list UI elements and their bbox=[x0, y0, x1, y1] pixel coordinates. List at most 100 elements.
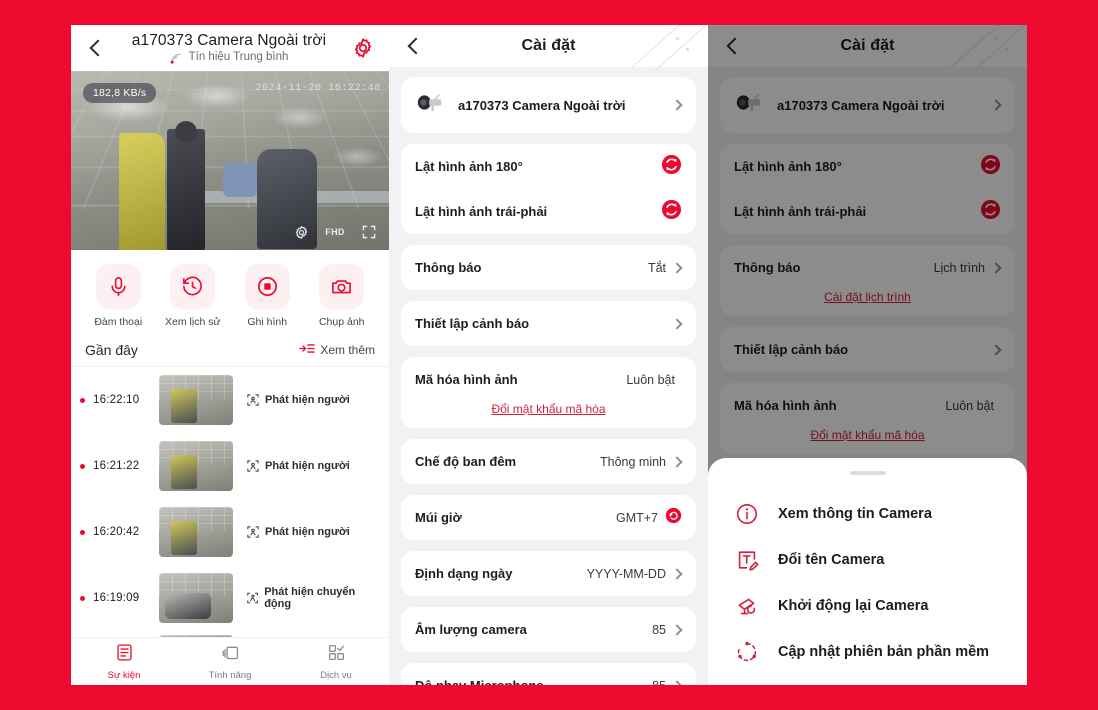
nav-item-services[interactable]: Dịch vụ bbox=[283, 638, 389, 685]
quick-action-label: Đàm thoại bbox=[94, 316, 143, 328]
timezone-card: Múi giờ GMT+7 bbox=[401, 495, 696, 540]
gear-icon[interactable] bbox=[351, 36, 375, 60]
event-label-wrap: Phát hiện người bbox=[247, 526, 350, 538]
header-center: Cài đặt bbox=[425, 37, 672, 55]
live-header: a170373 Camera Ngoài trời Tín hiệu Trung… bbox=[71, 25, 389, 71]
settings-panel: Cài đặt a170373 Camera Ngoài trời Lật hì… bbox=[389, 25, 708, 685]
event-time: 16:19:09 bbox=[93, 592, 140, 604]
event-time: 16:21:22 bbox=[93, 460, 140, 472]
event-label-wrap: Phát hiện người bbox=[247, 394, 350, 406]
event-row[interactable]: 16:20:42 Phát hiện người bbox=[71, 499, 389, 565]
flip-rotate-icon[interactable] bbox=[661, 154, 682, 180]
video-settings-icon[interactable] bbox=[291, 222, 311, 242]
event-label-wrap: Phát hiện chuyển động bbox=[247, 586, 377, 610]
nav-item-events[interactable]: Sự kiện bbox=[71, 638, 177, 685]
alert-setup-card: Thiết lập cảnh báo bbox=[401, 301, 696, 346]
sheet-grabber[interactable] bbox=[849, 471, 886, 475]
quick-action-record[interactable]: Ghi hình bbox=[236, 264, 298, 328]
flip-180-row[interactable]: Lật hình ảnh 180° bbox=[415, 144, 682, 189]
change-encryption-password-link[interactable]: Đổi mật khẩu mã hóa bbox=[415, 402, 682, 428]
camera-photo-icon bbox=[319, 264, 365, 309]
nav-label: Dịch vụ bbox=[320, 669, 352, 681]
live-video-player[interactable]: 182,8 KB/s 2024-11-20 16:22:48 FHD bbox=[71, 71, 389, 250]
sheet-item-label: Khởi động lại Camera bbox=[778, 598, 929, 614]
page-title: a170373 Camera Ngoài trời bbox=[131, 32, 327, 50]
event-thumbnail[interactable] bbox=[159, 375, 233, 425]
event-thumbnail[interactable] bbox=[159, 573, 233, 623]
back-chevron-icon[interactable] bbox=[85, 37, 107, 59]
scene-object-blue bbox=[223, 163, 257, 197]
event-row[interactable]: 16:19:09 Phát hiện chuyển động bbox=[71, 565, 389, 631]
event-thumbnail[interactable] bbox=[159, 441, 233, 491]
event-row[interactable]: 16:21:22 Phát hiện người bbox=[71, 433, 389, 499]
date-format-row[interactable]: Định dạng ngày YYYY-MM-DD bbox=[415, 551, 683, 596]
row-label: Múi giờ bbox=[415, 510, 462, 525]
flip-mirror-row[interactable]: Lật hình ảnh trái-phải bbox=[415, 189, 682, 234]
timezone-row[interactable]: Múi giờ GMT+7 bbox=[415, 495, 682, 540]
sheet-item-label: Đổi tên Camera bbox=[778, 552, 885, 568]
date-format-card: Định dạng ngày YYYY-MM-DD bbox=[401, 551, 696, 596]
event-dot-icon bbox=[80, 397, 85, 403]
video-timestamp: 2024-11-20 16:22:48 bbox=[255, 83, 381, 94]
event-dot-icon bbox=[80, 463, 85, 469]
notification-row[interactable]: Thông báo Tắt bbox=[415, 245, 683, 290]
sheet-item-update-firmware[interactable]: Cập nhật phiên bản phần mềm bbox=[708, 629, 1027, 675]
person-detect-icon bbox=[247, 460, 259, 472]
alert-setup-row[interactable]: Thiết lập cảnh báo bbox=[415, 301, 683, 346]
quality-badge[interactable]: FHD bbox=[325, 222, 345, 242]
fullscreen-icon[interactable] bbox=[359, 222, 379, 242]
sheet-item-rename[interactable]: Đổi tên Camera bbox=[708, 537, 1027, 583]
mic-sensitivity-row[interactable]: Độ nhạy Microphone 85 bbox=[415, 663, 683, 685]
recent-events-list: 16:22:10 Phát hiện người 16:21:22 Phát h… bbox=[71, 367, 389, 643]
device-row[interactable]: a170373 Camera Ngoài trời bbox=[415, 77, 683, 133]
history-clock-icon bbox=[170, 264, 216, 309]
scene-person-dark bbox=[167, 129, 205, 250]
row-label: Lật hình ảnh trái-phải bbox=[415, 204, 548, 219]
quick-action-history[interactable]: Xem lịch sử bbox=[162, 264, 224, 328]
bottom-navigation: Sự kiện Tính năng Dịch vụ bbox=[71, 637, 389, 685]
device-card: a170373 Camera Ngoài trời bbox=[401, 77, 696, 133]
view-more-button[interactable]: Xem thêm bbox=[299, 342, 375, 358]
night-mode-card: Chế độ ban đêm Thông minh bbox=[401, 439, 696, 484]
scene-person-yellow bbox=[119, 133, 165, 250]
event-thumbnail[interactable] bbox=[159, 507, 233, 557]
event-dot-icon bbox=[80, 529, 85, 535]
camera-volume-card: Âm lượng camera 85 bbox=[401, 607, 696, 652]
row-value: Luôn bật bbox=[626, 372, 675, 387]
flip-card: Lật hình ảnh 180° Lật hình ảnh trái-phải bbox=[401, 144, 696, 234]
live-view-panel: a170373 Camera Ngoài trời Tín hiệu Trung… bbox=[71, 25, 389, 685]
event-time: 16:22:10 bbox=[93, 394, 140, 406]
row-value: GMT+7 bbox=[615, 510, 658, 525]
list-arrow-icon bbox=[299, 342, 316, 358]
quick-action-snapshot[interactable]: Chụp ảnh bbox=[311, 264, 373, 328]
recent-section-bar: Gần đây Xem thêm bbox=[71, 338, 389, 367]
person-detect-icon bbox=[247, 394, 259, 406]
camera-action-sheet: Xem thông tin Camera Đổi tên Camera Khởi… bbox=[708, 458, 1027, 685]
encryption-card: Mã hóa hình ảnh Luôn bật Đổi mật khẩu mã… bbox=[401, 357, 696, 428]
record-icon bbox=[244, 264, 290, 309]
header-center: a170373 Camera Ngoài trời Tín hiệu Trung… bbox=[107, 32, 351, 64]
sheet-item-restart[interactable]: Khởi động lại Camera bbox=[708, 583, 1027, 629]
bitrate-badge: 182,8 KB/s bbox=[83, 83, 157, 103]
encryption-row[interactable]: Mã hóa hình ảnh Luôn bật bbox=[415, 357, 682, 402]
notification-card: Thông báo Tắt bbox=[401, 245, 696, 290]
row-label: Thông báo bbox=[415, 260, 482, 275]
night-mode-row[interactable]: Chế độ ban đêm Thông minh bbox=[415, 439, 683, 484]
features-icon bbox=[221, 643, 240, 667]
sheet-item-label: Xem thông tin Camera bbox=[778, 506, 932, 522]
quick-action-talk[interactable]: Đàm thoại bbox=[87, 264, 149, 328]
quick-action-label: Xem lịch sử bbox=[165, 316, 221, 328]
back-chevron-icon[interactable] bbox=[403, 35, 425, 57]
camera-volume-row[interactable]: Âm lượng camera 85 bbox=[415, 607, 683, 652]
chevron-right-icon bbox=[671, 261, 683, 274]
screenshot-stage: a170373 Camera Ngoài trời Tín hiệu Trung… bbox=[0, 0, 1098, 710]
chevron-right-icon bbox=[671, 623, 683, 636]
event-row[interactable]: 16:22:10 Phát hiện người bbox=[71, 367, 389, 433]
flip-rotate-icon[interactable] bbox=[661, 199, 682, 225]
signal-label: Tín hiệu Trung bình bbox=[188, 51, 289, 64]
row-value: Tắt bbox=[647, 260, 666, 275]
nav-item-features[interactable]: Tính năng bbox=[177, 638, 283, 685]
chevron-right-icon bbox=[671, 567, 683, 580]
sheet-item-view-info[interactable]: Xem thông tin Camera bbox=[708, 491, 1027, 537]
timezone-refresh-icon[interactable] bbox=[665, 507, 682, 529]
